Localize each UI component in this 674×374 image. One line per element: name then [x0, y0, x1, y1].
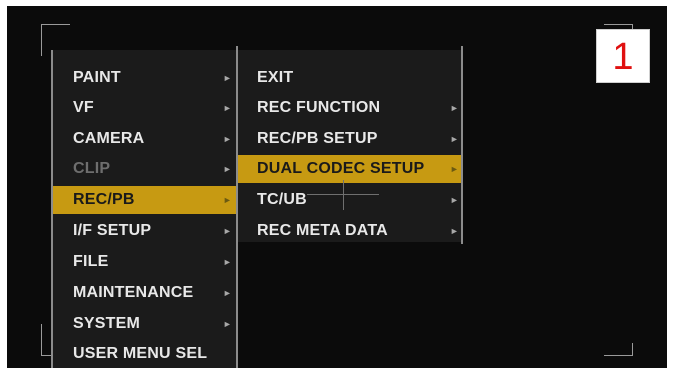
menu-item-maintenance[interactable]: MAINTENANCE ►: [52, 279, 236, 307]
menu-item-label: I/F SETUP: [73, 222, 152, 239]
submenu-item-dual-codec-setup[interactable]: DUAL CODEC SETUP ►: [237, 155, 463, 183]
sub-menu: EXIT REC FUNCTION ► REC/PB SETUP ► DUAL …: [237, 50, 463, 242]
menu-item-label: REC/PB SETUP: [257, 130, 378, 147]
chevron-right-icon: ►: [222, 73, 232, 83]
submenu-item-tc-ub[interactable]: TC/UB ►: [237, 186, 463, 214]
chevron-right-icon: ►: [222, 164, 232, 174]
center-marker-vertical: [343, 180, 344, 210]
menu-item-if-setup[interactable]: I/F SETUP ►: [52, 217, 236, 245]
step-number-badge: 1: [596, 29, 650, 83]
menu-item-label: PAINT: [73, 69, 121, 86]
frame-edge-left-top: [41, 36, 42, 56]
chevron-right-icon: ►: [222, 103, 232, 113]
chevron-right-icon: ►: [222, 257, 232, 267]
submenu-item-rec-function[interactable]: REC FUNCTION ►: [237, 94, 463, 122]
menu-item-label: CAMERA: [73, 130, 145, 147]
menu-item-label: REC FUNCTION: [257, 99, 381, 116]
frame-edge-left-bottom: [41, 324, 42, 344]
chevron-right-icon: ►: [449, 226, 459, 236]
menu-item-label: MAINTENANCE: [73, 284, 194, 301]
submenu-item-rec-pb-setup[interactable]: REC/PB SETUP ►: [237, 125, 463, 153]
main-menu: PAINT ► VF ► CAMERA ► CLIP ► REC/PB ► I/…: [52, 50, 236, 368]
chevron-right-icon: ►: [449, 164, 459, 174]
menu-item-user-menu-sel[interactable]: USER MENU SEL: [52, 340, 236, 368]
menu-item-paint[interactable]: PAINT ►: [52, 64, 236, 92]
menu-item-label: FILE: [73, 253, 109, 270]
menu-item-label: SYSTEM: [73, 315, 140, 332]
menu-item-label: REC/PB: [73, 191, 135, 208]
frame-corner-top-left: [41, 24, 70, 37]
submenu-item-rec-meta-data[interactable]: REC META DATA ►: [237, 217, 463, 245]
menu-item-label: DUAL CODEC SETUP: [257, 160, 425, 177]
menu-item-camera[interactable]: CAMERA ►: [52, 125, 236, 153]
chevron-right-icon: ►: [222, 288, 232, 298]
menu-item-label: VF: [73, 99, 94, 116]
menu-divider-middle: [236, 46, 238, 368]
chevron-right-icon: ►: [449, 103, 459, 113]
chevron-right-icon: ►: [222, 134, 232, 144]
menu-item-label: TC/UB: [257, 191, 307, 208]
chevron-right-icon: ►: [222, 226, 232, 236]
menu-item-system[interactable]: SYSTEM ►: [52, 310, 236, 338]
chevron-right-icon: ►: [449, 134, 459, 144]
menu-item-rec-pb[interactable]: REC/PB ►: [52, 186, 236, 214]
menu-item-label: USER MENU SEL: [73, 345, 208, 362]
menu-divider-right: [461, 46, 463, 244]
menu-item-label: CLIP: [73, 160, 111, 177]
menu-item-vf[interactable]: VF ►: [52, 94, 236, 122]
chevron-right-icon: ►: [449, 195, 459, 205]
menu-item-clip[interactable]: CLIP ►: [52, 155, 236, 183]
frame-corner-bottom-right: [604, 343, 633, 356]
submenu-item-exit[interactable]: EXIT: [237, 64, 463, 92]
menu-item-label: EXIT: [257, 69, 294, 86]
menu-divider-left: [51, 50, 53, 368]
camera-menu-screen: PAINT ► VF ► CAMERA ► CLIP ► REC/PB ► I/…: [7, 6, 667, 368]
menu-item-label: REC META DATA: [257, 222, 388, 239]
menu-item-file[interactable]: FILE ►: [52, 248, 236, 276]
chevron-right-icon: ►: [222, 319, 232, 329]
chevron-right-icon: ►: [222, 195, 232, 205]
